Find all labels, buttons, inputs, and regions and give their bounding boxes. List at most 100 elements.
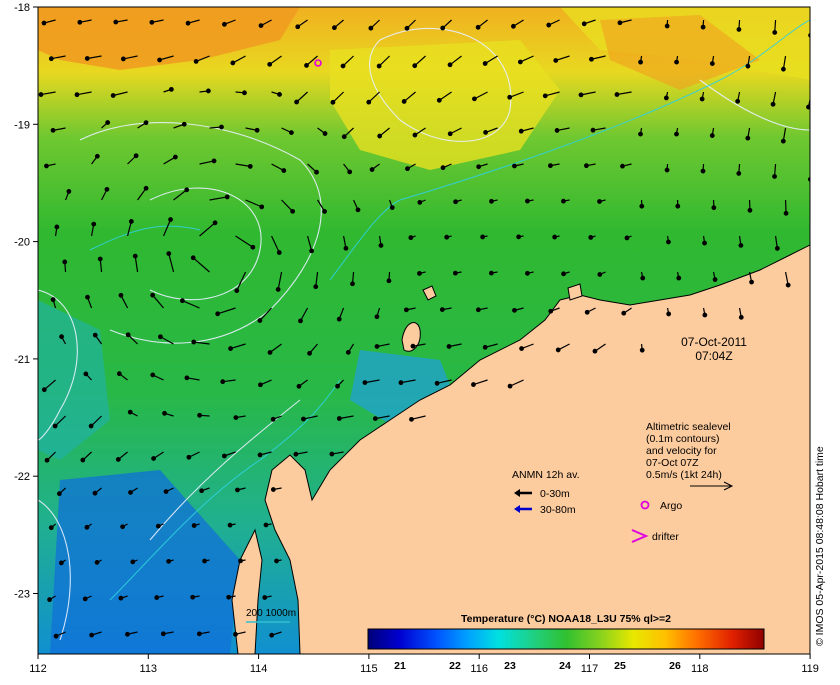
velocity-arrow-head [60, 335, 64, 339]
velocity-arrow-head [89, 424, 93, 428]
timestamp-date: 07-Oct-2011 [681, 335, 747, 349]
velocity-arrow-head [194, 60, 198, 64]
velocity-arrow-head [192, 340, 196, 344]
velocity-arrow-head [665, 96, 669, 100]
velocity-arrow-head [67, 190, 71, 194]
velocity-arrow-head [291, 210, 295, 214]
velocity-arrow-head [86, 295, 90, 299]
velocity-arrow-head [212, 159, 216, 163]
velocity-arrow-head [259, 24, 263, 28]
velocity-arrow-head [483, 346, 487, 350]
velocity-arrow-head [51, 129, 55, 133]
velocity-arrow-head [713, 278, 717, 282]
velocity-arrow [822, 272, 825, 288]
velocity-arrow-head [268, 351, 272, 355]
velocity-arrow-head [579, 93, 583, 97]
velocity-arrow-head [526, 199, 530, 203]
velocity-arrow-head [60, 561, 64, 565]
velocity-arrow-head [641, 276, 645, 280]
velocity-arrow-head [299, 319, 303, 323]
velocity-arrow-head [295, 100, 299, 104]
velocity-arrow-head [118, 372, 122, 376]
velocity-arrow-head [477, 165, 481, 169]
velocity-arrow-head [302, 417, 306, 421]
velocity-arrow-head [181, 299, 185, 303]
velocity-arrow-head [782, 67, 786, 71]
velocity-arrow-head [277, 251, 281, 255]
velocity-arrow-head [185, 376, 189, 380]
y-axis: -18-19-20-21-22-23 [14, 2, 38, 601]
x-tick-label: 117 [581, 663, 599, 675]
colorbar [368, 629, 764, 649]
velocity-arrow-head [49, 526, 53, 530]
velocity-arrow-head [820, 214, 824, 218]
velocity-arrow-head [305, 64, 309, 68]
velocity-arrow-head [220, 125, 224, 129]
velocity-arrow-head [55, 225, 59, 229]
velocity-arrow-head [119, 596, 123, 600]
anmn-legend-title: ANMN 12h av. [512, 469, 580, 481]
velocity-arrow-head [472, 383, 476, 387]
velocity-arrow-head [739, 316, 743, 320]
velocity-arrow-head [258, 453, 262, 457]
velocity-arrow-head [235, 289, 239, 293]
velocity-arrow-head [473, 97, 477, 101]
velocity-arrow-head [93, 491, 97, 495]
velocity-arrow-head [333, 26, 337, 30]
velocity-arrow-head [187, 455, 191, 459]
velocity-arrow-head [213, 221, 217, 225]
velocity-arrow-head [369, 26, 373, 30]
velocity-arrow-head [278, 93, 282, 97]
velocity-arrow-head [223, 23, 227, 27]
velocity-arrow-head [270, 633, 274, 637]
velocity-arrow-head [297, 384, 301, 388]
velocity-arrow-head [282, 169, 286, 173]
velocity-arrow-head [158, 58, 162, 62]
velocity-arrow-head [615, 93, 619, 97]
velocity-arrow-head [43, 388, 47, 392]
velocity-arrow-head [290, 131, 294, 135]
altimetry-line: Altimetric sealevel [646, 421, 731, 433]
velocity-arrow-head [490, 271, 494, 275]
velocity-arrow-head [549, 309, 553, 313]
velocity-arrow-head [164, 490, 168, 494]
velocity-arrow-head [330, 452, 334, 456]
velocity-arrow-head [445, 235, 449, 239]
velocity-arrow-head [126, 632, 130, 636]
colorbar-tick-label: 22 [449, 660, 461, 672]
velocity-arrow-head [598, 200, 602, 204]
velocity-arrow-head [122, 57, 126, 61]
velocity-arrow-head [448, 132, 452, 136]
velocity-arrow-head [162, 632, 166, 636]
velocity-arrow-head [399, 381, 403, 385]
velocity-arrow-head [121, 525, 125, 529]
velocity-arrow-head [198, 632, 202, 636]
velocity-arrow-head [701, 169, 705, 173]
velocity-arrow-head [95, 561, 99, 565]
velocity-arrow-head [182, 122, 186, 126]
velocity-arrow-head [625, 236, 629, 240]
velocity-arrow-head [152, 457, 156, 461]
velocity-arrow-head [710, 134, 714, 138]
velocity-arrow-head [737, 172, 741, 176]
velocity-arrow-head [294, 452, 298, 456]
velocity-arrow-head [90, 633, 94, 637]
velocity-arrow-head [712, 206, 716, 210]
x-tick-label: 112 [29, 663, 47, 675]
velocity-arrow-head [639, 132, 643, 136]
velocity-arrow-head [555, 129, 559, 133]
velocity-arrow-head [198, 414, 202, 418]
altimetry-line: 0.5m/s (1kt 24h) [646, 469, 722, 481]
velocity-arrow-head [170, 88, 174, 92]
velocity-arrow-head [133, 254, 137, 258]
velocity-arrow-head [585, 310, 589, 314]
velocity-arrow-head [737, 28, 741, 32]
velocity-arrow-head [782, 139, 786, 143]
velocity-arrow [810, 164, 811, 179]
x-axis: 112113114115116117118119 [29, 654, 819, 675]
x-tick-label: 119 [801, 663, 819, 675]
velocity-arrow-head [167, 252, 171, 256]
velocity-arrow-head [231, 61, 235, 65]
velocity-arrow-head [130, 220, 134, 224]
velocity-arrow-head [344, 246, 348, 250]
